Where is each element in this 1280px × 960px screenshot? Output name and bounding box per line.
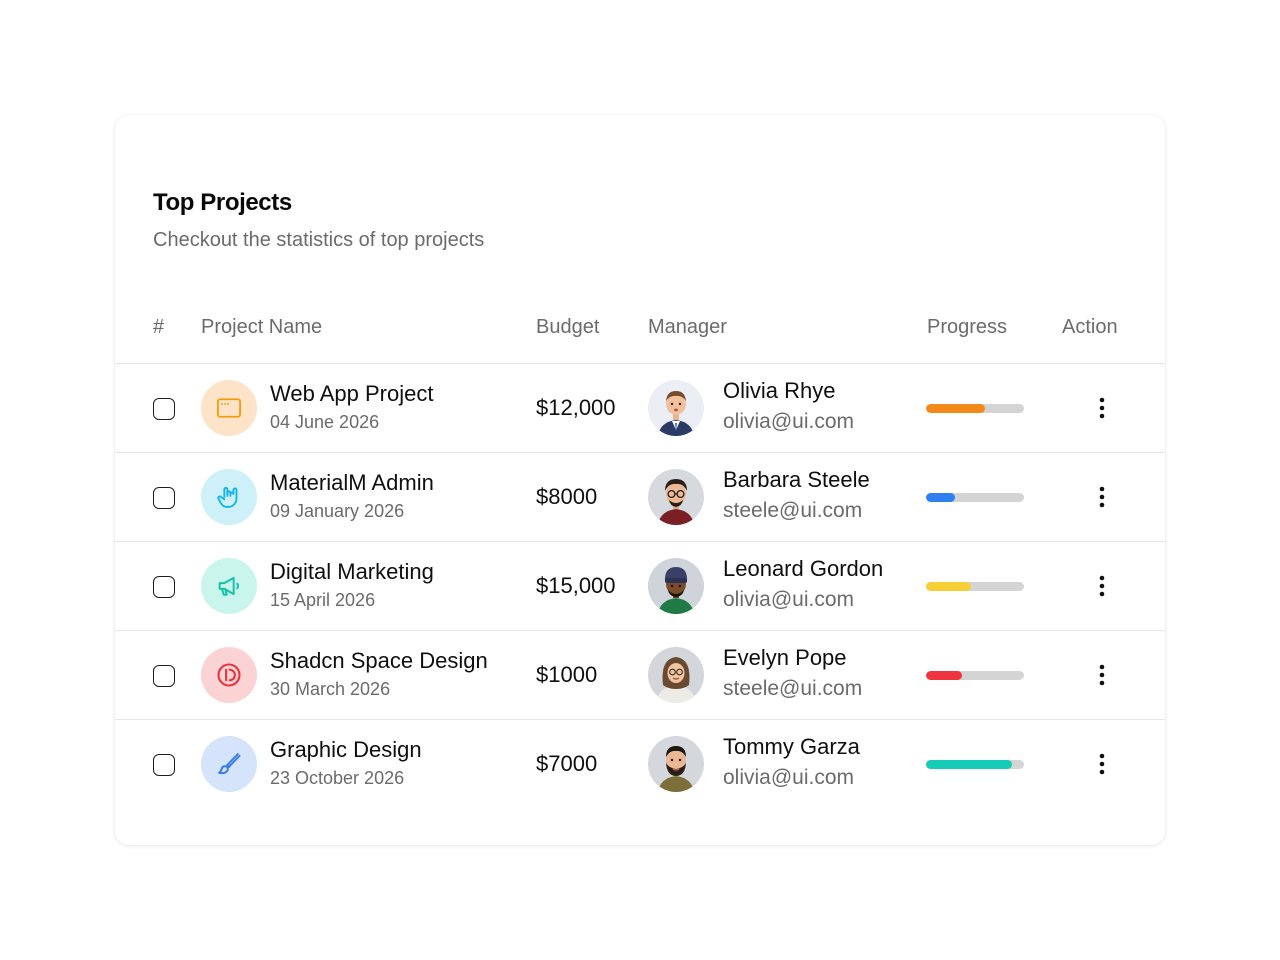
project-date: 23 October 2026	[270, 768, 405, 788]
top-projects-card: Top Projects Checkout the statistics of …	[115, 115, 1165, 845]
manager-name: Evelyn Pope	[723, 645, 847, 670]
manager-name: Barbara Steele	[723, 467, 870, 492]
project-name: Shadcn Space Design	[270, 648, 488, 673]
manager-avatar	[648, 647, 704, 703]
table-row: Graphic Design 23 October 2026 $7000 Tom…	[115, 720, 1165, 808]
progress-fill	[926, 493, 956, 502]
manager-name: Olivia Rhye	[723, 378, 836, 403]
more-vertical-icon	[1099, 753, 1105, 775]
manager-email: olivia@ui.com	[723, 410, 855, 433]
hand-rock-icon	[217, 487, 238, 508]
manager-avatar	[648, 380, 704, 436]
manager-name: Leonard Gordon	[723, 556, 884, 581]
project-date: 15 April 2026	[270, 590, 376, 610]
project-name: Graphic Design	[270, 737, 422, 762]
more-vertical-icon	[1099, 486, 1105, 508]
row-action-menu-button[interactable]	[1087, 750, 1117, 778]
project-icon-badge	[201, 736, 257, 792]
row-action-menu-button[interactable]	[1087, 394, 1117, 422]
progress-bar	[926, 671, 1024, 680]
card-title: Top Projects	[153, 189, 292, 216]
more-vertical-icon	[1099, 397, 1105, 419]
table-header: # Project Name Budget Manager Progress A…	[115, 313, 1165, 364]
table-row: Shadcn Space Design 30 March 2026 $1000 …	[115, 631, 1165, 720]
row-checkbox[interactable]	[153, 487, 175, 509]
card-subtitle: Checkout the statistics of top projects	[153, 229, 485, 251]
progress-bar	[926, 404, 1024, 413]
row-action-menu-button[interactable]	[1087, 483, 1117, 511]
browser-window-icon	[216, 398, 242, 418]
manager-avatar	[648, 558, 704, 614]
table-body: Web App Project 04 June 2026 $12,000 Oli	[115, 364, 1165, 808]
manager-email: steele@ui.com	[723, 499, 863, 522]
project-icon-badge	[201, 647, 257, 703]
project-icon-badge	[201, 380, 257, 436]
table-row: Digital Marketing 15 April 2026 $15,000 …	[115, 542, 1165, 631]
project-icon-badge	[201, 469, 257, 525]
progress-fill	[926, 404, 985, 413]
project-budget: $7000	[536, 751, 598, 776]
row-action-menu-button[interactable]	[1087, 572, 1117, 600]
row-checkbox[interactable]	[153, 754, 175, 776]
more-vertical-icon	[1099, 664, 1105, 686]
project-name: Web App Project	[270, 381, 434, 406]
paintbrush-icon	[218, 753, 241, 775]
row-checkbox[interactable]	[153, 665, 175, 687]
project-icon-badge	[201, 558, 257, 614]
project-budget: $12,000	[536, 395, 616, 420]
project-date: 04 June 2026	[270, 412, 380, 432]
progress-bar	[926, 760, 1024, 769]
megaphone-icon	[218, 576, 240, 596]
progress-bar	[926, 582, 1024, 591]
shadcn-logo-icon	[217, 663, 241, 687]
project-budget: $1000	[536, 662, 598, 687]
table-row: Web App Project 04 June 2026 $12,000 Oli	[115, 364, 1165, 453]
manager-email: steele@ui.com	[723, 677, 863, 700]
column-header-project-name: Project Name	[201, 316, 323, 338]
row-checkbox[interactable]	[153, 398, 175, 420]
project-budget: $8000	[536, 484, 598, 509]
manager-email: olivia@ui.com	[723, 766, 855, 789]
table-row: MaterialM Admin 09 January 2026 $8000 Ba…	[115, 453, 1165, 542]
progress-fill	[926, 671, 963, 680]
project-date: 09 January 2026	[270, 501, 405, 521]
progress-fill	[926, 760, 1013, 769]
column-header-budget: Budget	[536, 316, 600, 338]
column-header-number: #	[153, 316, 165, 338]
manager-email: olivia@ui.com	[723, 588, 855, 611]
manager-avatar	[648, 736, 704, 792]
progress-bar	[926, 493, 1024, 502]
manager-name: Tommy Garza	[723, 734, 860, 759]
project-date: 30 March 2026	[270, 679, 391, 699]
column-header-manager: Manager	[648, 316, 727, 338]
row-checkbox[interactable]	[153, 576, 175, 598]
manager-avatar	[648, 469, 704, 525]
column-header-action: Action	[1062, 316, 1118, 338]
project-name: Digital Marketing	[270, 559, 434, 584]
progress-fill	[926, 582, 972, 591]
column-header-progress: Progress	[927, 316, 1008, 338]
more-vertical-icon	[1099, 575, 1105, 597]
project-name: MaterialM Admin	[270, 470, 434, 495]
row-action-menu-button[interactable]	[1087, 661, 1117, 689]
project-budget: $15,000	[536, 573, 616, 598]
